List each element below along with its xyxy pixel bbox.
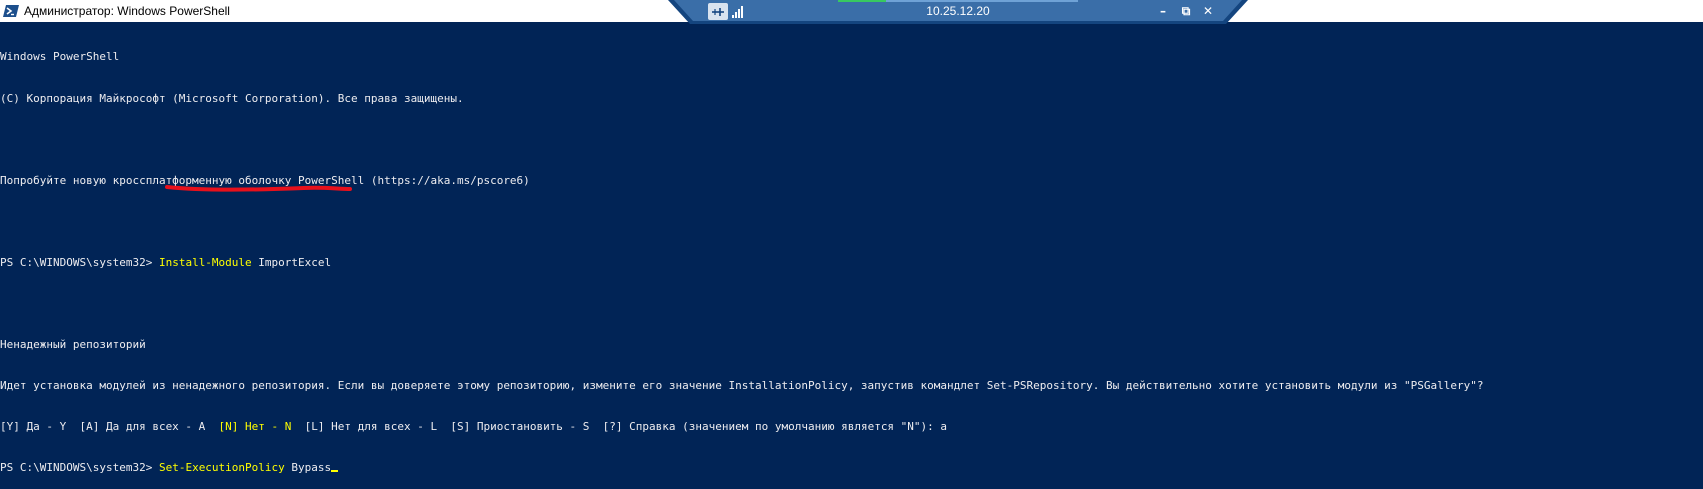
powershell-console[interactable]: Windows PowerShell (C) Корпорация Майкро… bbox=[0, 23, 1703, 474]
red-underline-annotation bbox=[165, 185, 352, 192]
console-command-line: PS C:\WINDOWS\system32> Set-ExecutionPol… bbox=[0, 461, 1703, 475]
console-copyright-line: (C) Корпорация Майкрософт (Microsoft Cor… bbox=[0, 91, 464, 105]
command-name: Set-ExecutionPolicy bbox=[158, 461, 285, 475]
console-command-line: PS C:\WINDOWS\system32> Install-Module I… bbox=[0, 256, 1703, 270]
restore-icon[interactable]: ⧉ bbox=[1177, 3, 1195, 19]
minimize-icon[interactable]: – bbox=[1154, 3, 1172, 19]
powershell-icon bbox=[3, 3, 19, 19]
console-warning-text: Идет установка модулей из ненадежного ре… bbox=[0, 379, 1484, 393]
close-icon[interactable]: ✕ bbox=[1199, 3, 1217, 19]
console-choice-line: [Y] Да - Y [A] Да для всех - A [N] Нет -… bbox=[0, 420, 1703, 434]
console-warning-title: Ненадежный репозиторий bbox=[0, 338, 146, 352]
rdp-connection-bar[interactable]: 10.25.12.20 – ⧉ ✕ bbox=[668, 0, 1248, 24]
command-args: ImportExcel bbox=[251, 255, 332, 269]
rdp-progress-fill bbox=[838, 0, 886, 2]
console-prompt: PS C:\WINDOWS\system32> bbox=[0, 461, 159, 475]
command-name: Install-Module bbox=[158, 255, 252, 269]
rdp-progress-bar bbox=[838, 0, 1078, 2]
text-cursor bbox=[331, 470, 339, 473]
window-title: Администратор: Windows PowerShell bbox=[24, 4, 230, 18]
console-prompt: PS C:\WINDOWS\system32> bbox=[0, 255, 159, 269]
command-args: Bypass bbox=[284, 461, 332, 475]
console-header-line: Windows PowerShell bbox=[0, 50, 120, 64]
